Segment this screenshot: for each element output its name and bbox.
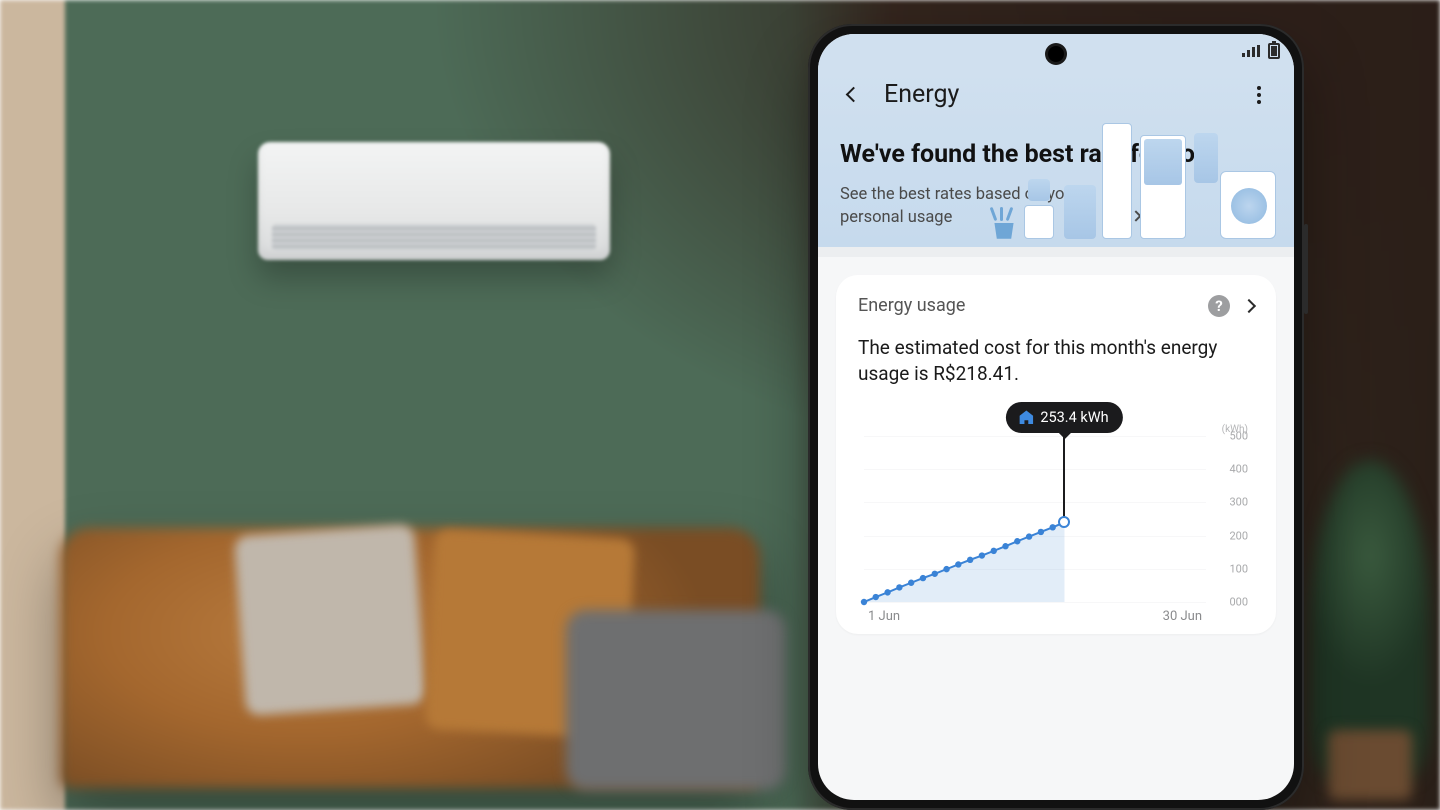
x-axis-label-start: 1 Jun — [868, 609, 900, 624]
battery-icon — [1268, 43, 1280, 59]
help-icon[interactable]: ? — [1208, 295, 1230, 317]
energy-usage-card: Energy usage ? The estimated cost for th… — [836, 275, 1276, 634]
phone-screen: Energy We've found the best rate for you… — [818, 34, 1294, 800]
pillow-illustration — [234, 524, 426, 716]
y-tick-label: 000 — [1229, 595, 1248, 608]
card-body-text: The estimated cost for this month's ener… — [858, 335, 1254, 388]
y-tick-label: 500 — [1229, 429, 1248, 442]
back-button[interactable] — [840, 82, 866, 108]
usage-chart[interactable]: (kWh) 000100200300400500253.4 kWh 1 Jun … — [858, 406, 1254, 626]
phone-side-button — [1304, 224, 1308, 314]
chart-tooltip: 253.4 kWh — [1006, 402, 1122, 433]
chevron-left-icon — [845, 87, 861, 103]
section-divider — [818, 247, 1294, 257]
plant-pot-illustration — [1328, 730, 1412, 800]
camera-hole — [1048, 46, 1064, 62]
hero-section: Energy We've found the best rate for you… — [818, 68, 1294, 247]
content-area: Energy usage ? The estimated cost for th… — [818, 247, 1294, 634]
cost-value: R$218.41 — [933, 362, 1014, 385]
appliances-illustration — [984, 87, 1284, 247]
blanket-illustration — [566, 610, 786, 790]
page-title: Energy — [884, 80, 959, 109]
card-title: Energy usage — [858, 295, 1194, 316]
cost-suffix: . — [1014, 362, 1019, 385]
y-tick-label: 400 — [1229, 463, 1248, 476]
x-axis-label-end: 30 Jun — [1163, 609, 1202, 624]
y-tick-label: 200 — [1229, 529, 1248, 542]
phone-frame: Energy We've found the best rate for you… — [808, 24, 1304, 810]
ac-unit-illustration — [258, 142, 610, 260]
signal-icon — [1242, 45, 1260, 57]
y-tick-label: 100 — [1229, 562, 1248, 575]
y-tick-label: 300 — [1229, 496, 1248, 509]
chart-active-point — [1058, 516, 1070, 528]
chevron-right-icon[interactable] — [1242, 299, 1256, 313]
cost-prefix: The estimated cost for this month's ener… — [858, 336, 1217, 386]
